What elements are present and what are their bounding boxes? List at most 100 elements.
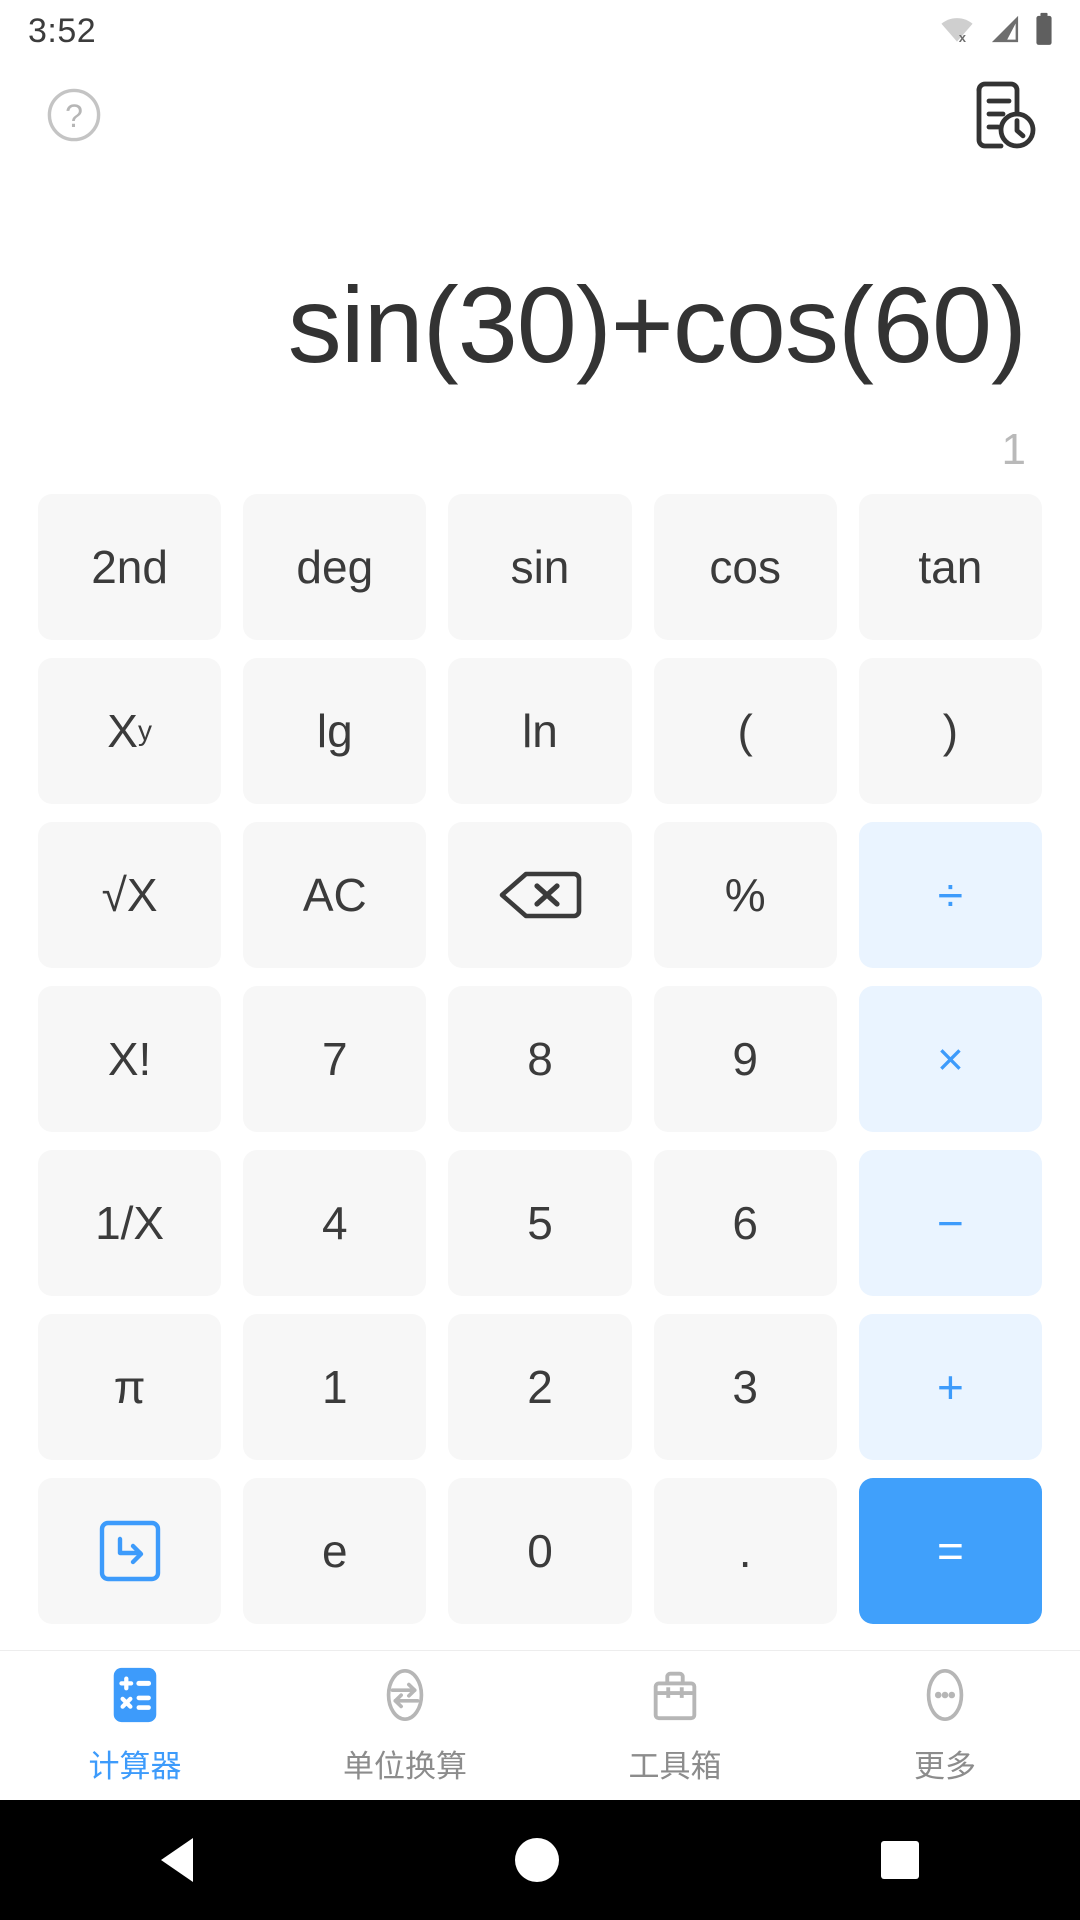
key-label: e xyxy=(321,1525,348,1577)
key-cos[interactable]: cos xyxy=(653,494,837,640)
key-factorial[interactable]: X! xyxy=(38,986,222,1132)
svg-text:x: x xyxy=(959,30,967,45)
key-label: = xyxy=(936,1525,964,1577)
key-0[interactable]: 0 xyxy=(448,1478,632,1624)
key-sin[interactable]: sin xyxy=(448,494,632,640)
key-label: 2 xyxy=(527,1361,553,1413)
key-label: % xyxy=(724,869,766,921)
key-5[interactable]: 5 xyxy=(448,1150,632,1296)
key-label: 6 xyxy=(732,1197,758,1249)
key-label: π xyxy=(113,1361,146,1413)
key-label: lg xyxy=(316,705,353,757)
key-label: . xyxy=(738,1525,752,1577)
key-reciprocal[interactable]: 1/X xyxy=(38,1150,222,1296)
key-plus[interactable]: + xyxy=(858,1314,1042,1460)
cellular-signal-icon xyxy=(988,13,1022,50)
key-all-clear[interactable]: AC xyxy=(243,822,427,968)
key-label: √X xyxy=(101,869,158,921)
key-label: × xyxy=(936,1033,964,1085)
key-label: AC xyxy=(302,869,367,921)
expression-text: sin(30)+cos(60) xyxy=(287,264,1027,386)
key-label: 5 xyxy=(527,1197,553,1249)
key-label: 9 xyxy=(732,1033,758,1085)
home-circle-icon[interactable] xyxy=(515,1838,559,1882)
key-percent[interactable]: % xyxy=(653,822,837,968)
result-text: 1 xyxy=(1001,425,1026,474)
key-multiply[interactable]: × xyxy=(858,986,1042,1132)
key-label: 8 xyxy=(527,1033,553,1085)
key-4[interactable]: 4 xyxy=(243,1150,427,1296)
battery-icon xyxy=(1034,12,1054,51)
key-ln[interactable]: ln xyxy=(448,658,632,804)
top-action-bar: ? xyxy=(0,62,1080,172)
calculator-app: 3:52 x ? sin(30)+cos(60) 1 2nd deg sin c… xyxy=(0,0,1080,1920)
back-triangle-icon[interactable] xyxy=(161,1838,193,1882)
tab-toolbox[interactable]: 工具箱 xyxy=(540,1666,810,1786)
key-label: − xyxy=(936,1197,964,1249)
key-minus[interactable]: − xyxy=(858,1150,1042,1296)
key-square-root[interactable]: √X xyxy=(38,822,222,968)
key-power[interactable]: Xy xyxy=(38,658,222,804)
key-close-paren[interactable]: ) xyxy=(858,658,1042,804)
key-9[interactable]: 9 xyxy=(653,986,837,1132)
key-label: 2nd xyxy=(91,541,168,593)
key-3[interactable]: 3 xyxy=(653,1314,837,1460)
key-enter-arrow[interactable] xyxy=(38,1478,222,1624)
tab-calculator[interactable]: 计算器 xyxy=(0,1666,270,1786)
status-time: 3:52 xyxy=(28,11,97,50)
toolbox-icon xyxy=(646,1666,704,1729)
bottom-tab-bar: 计算器 单位换算 工具箱 更多 xyxy=(0,1650,1080,1800)
key-label: X xyxy=(107,705,138,757)
key-divide[interactable]: ÷ xyxy=(858,822,1042,968)
key-decimal[interactable]: . xyxy=(653,1478,837,1624)
key-label: + xyxy=(936,1361,964,1413)
status-bar: 3:52 x xyxy=(0,0,1080,62)
key-backspace[interactable] xyxy=(448,822,632,968)
status-icons: x xyxy=(938,12,1054,51)
history-document-icon xyxy=(966,79,1038,156)
key-label: sin xyxy=(510,541,570,593)
key-tan[interactable]: tan xyxy=(858,494,1042,640)
key-label: 3 xyxy=(732,1361,758,1413)
key-6[interactable]: 6 xyxy=(653,1150,837,1296)
key-label: cos xyxy=(709,541,781,593)
key-2[interactable]: 2 xyxy=(448,1314,632,1460)
key-label: ln xyxy=(522,705,558,757)
key-label: 0 xyxy=(527,1525,553,1577)
wifi-off-icon: x xyxy=(938,13,976,50)
key-label: ( xyxy=(737,705,753,757)
help-button[interactable]: ? xyxy=(46,87,102,148)
enter-arrow-icon xyxy=(99,1520,160,1582)
tab-more[interactable]: 更多 xyxy=(810,1666,1080,1786)
backspace-icon xyxy=(499,871,582,919)
key-1[interactable]: 1 xyxy=(243,1314,427,1460)
key-equals[interactable]: = xyxy=(858,1478,1042,1624)
more-dots-icon xyxy=(916,1666,974,1729)
tab-label: 计算器 xyxy=(88,1748,182,1784)
key-open-paren[interactable]: ( xyxy=(653,658,837,804)
recents-square-icon[interactable] xyxy=(881,1841,919,1879)
display-area[interactable]: sin(30)+cos(60) 1 xyxy=(0,172,1080,472)
key-label: deg xyxy=(296,541,374,593)
key-lg[interactable]: lg xyxy=(243,658,427,804)
key-second[interactable]: 2nd xyxy=(38,494,222,640)
svg-text:?: ? xyxy=(65,98,83,134)
tab-label: 更多 xyxy=(914,1748,976,1784)
key-label: 1 xyxy=(321,1361,348,1413)
tab-label: 单位换算 xyxy=(343,1748,467,1784)
help-circle-icon: ? xyxy=(46,87,102,148)
unit-convert-icon xyxy=(376,1666,434,1729)
key-label: ÷ xyxy=(937,869,964,921)
tab-unit-conversion[interactable]: 单位换算 xyxy=(270,1666,540,1786)
history-button[interactable] xyxy=(966,79,1038,156)
key-7[interactable]: 7 xyxy=(243,986,427,1132)
calculator-icon xyxy=(106,1666,164,1729)
android-nav-bar xyxy=(0,1800,1080,1920)
key-label: 7 xyxy=(321,1033,348,1085)
key-label: 4 xyxy=(321,1197,348,1249)
key-e[interactable]: e xyxy=(243,1478,427,1624)
key-8[interactable]: 8 xyxy=(448,986,632,1132)
key-label: tan xyxy=(918,541,983,593)
key-pi[interactable]: π xyxy=(38,1314,222,1460)
key-deg[interactable]: deg xyxy=(243,494,427,640)
